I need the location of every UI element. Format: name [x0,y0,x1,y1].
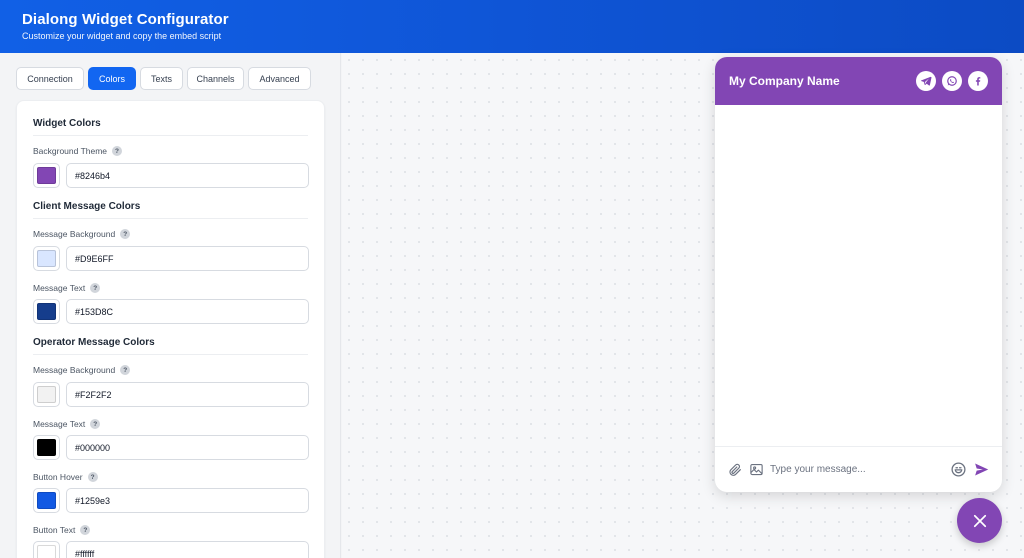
color-swatch [37,439,56,456]
color-picker-background-theme[interactable] [33,163,60,188]
label-text: Message Background [33,365,116,375]
hex-input-operator-message-text[interactable] [66,435,309,460]
close-widget-button[interactable] [957,498,1002,543]
color-picker-client-message-text[interactable] [33,299,60,324]
color-swatch [37,386,56,403]
color-swatch [37,545,56,558]
help-icon[interactable]: ? [120,229,131,239]
divider [33,354,308,355]
colors-card: Widget Colors Background Theme ? Client … [16,100,325,558]
message-area [715,105,1002,446]
field-label-button-hover: Button Hover ? [33,472,98,482]
tab-colors[interactable]: Colors [88,67,136,90]
app-header: Dialong Widget Configurator Customize yo… [0,0,1024,53]
telegram-icon[interactable] [916,71,936,91]
label-text: Button Text [33,525,76,535]
color-swatch [37,303,56,320]
color-picker-button-text[interactable] [33,541,60,558]
label-text: Message Background [33,229,116,239]
image-icon[interactable] [749,462,764,477]
label-text: Message Text [33,419,86,429]
color-picker-operator-message-background[interactable] [33,382,60,407]
help-icon[interactable]: ? [80,525,91,535]
widget-header: My Company Name [715,57,1002,105]
whatsapp-icon[interactable] [942,71,962,91]
label-text: Background Theme [33,146,108,156]
send-icon[interactable] [973,461,990,478]
section-title-client-message-colors: Client Message Colors [33,201,141,212]
message-input[interactable] [764,464,950,475]
tab-advanced[interactable]: Advanced [248,67,311,90]
app-title: Dialong Widget Configurator [22,11,229,28]
color-swatch [37,492,56,509]
hex-input-operator-message-background[interactable] [66,382,309,407]
close-icon [973,514,986,527]
divider [33,218,308,219]
color-picker-button-hover[interactable] [33,488,60,513]
field-label-button-text: Button Text ? [33,525,91,535]
chat-widget-preview: My Company Name [715,57,1002,492]
help-icon[interactable]: ? [112,146,123,156]
field-label-background-theme: Background Theme ? [33,146,123,156]
hex-input-button-hover[interactable] [66,488,309,513]
field-label-operator-message-text: Message Text ? [33,419,101,429]
tab-texts[interactable]: Texts [140,67,183,90]
message-composer [715,446,1002,492]
app-subtitle: Customize your widget and copy the embed… [22,31,222,41]
color-picker-operator-message-text[interactable] [33,435,60,460]
section-title-operator-message-colors: Operator Message Colors [33,337,155,348]
paperclip-icon[interactable] [727,462,743,478]
help-icon[interactable]: ? [120,365,131,375]
hex-input-client-message-background[interactable] [66,246,309,271]
company-name: My Company Name [729,74,840,88]
help-icon[interactable]: ? [90,419,101,429]
tab-channels[interactable]: Channels [187,67,244,90]
section-title-widget-colors: Widget Colors [33,118,101,129]
config-panel: Connection Colors Texts Channels Advance… [0,53,341,558]
divider [33,135,308,136]
hex-input-button-text[interactable] [66,541,309,558]
help-icon[interactable]: ? [87,472,98,482]
hex-input-client-message-text[interactable] [66,299,309,324]
emoji-icon[interactable] [950,461,967,478]
tab-bar: Connection Colors Texts Channels Advance… [16,67,311,90]
color-swatch [37,167,56,184]
field-label-operator-message-background: Message Background ? [33,365,131,375]
field-label-client-message-background: Message Background ? [33,229,131,239]
label-text: Button Hover [33,472,83,482]
facebook-icon[interactable] [968,71,988,91]
help-icon[interactable]: ? [90,283,101,293]
channel-icons [916,71,988,91]
tab-connection[interactable]: Connection [16,67,84,90]
label-text: Message Text [33,283,86,293]
color-picker-client-message-background[interactable] [33,246,60,271]
color-swatch [37,250,56,267]
hex-input-background-theme[interactable] [66,163,309,188]
field-label-client-message-text: Message Text ? [33,283,101,293]
